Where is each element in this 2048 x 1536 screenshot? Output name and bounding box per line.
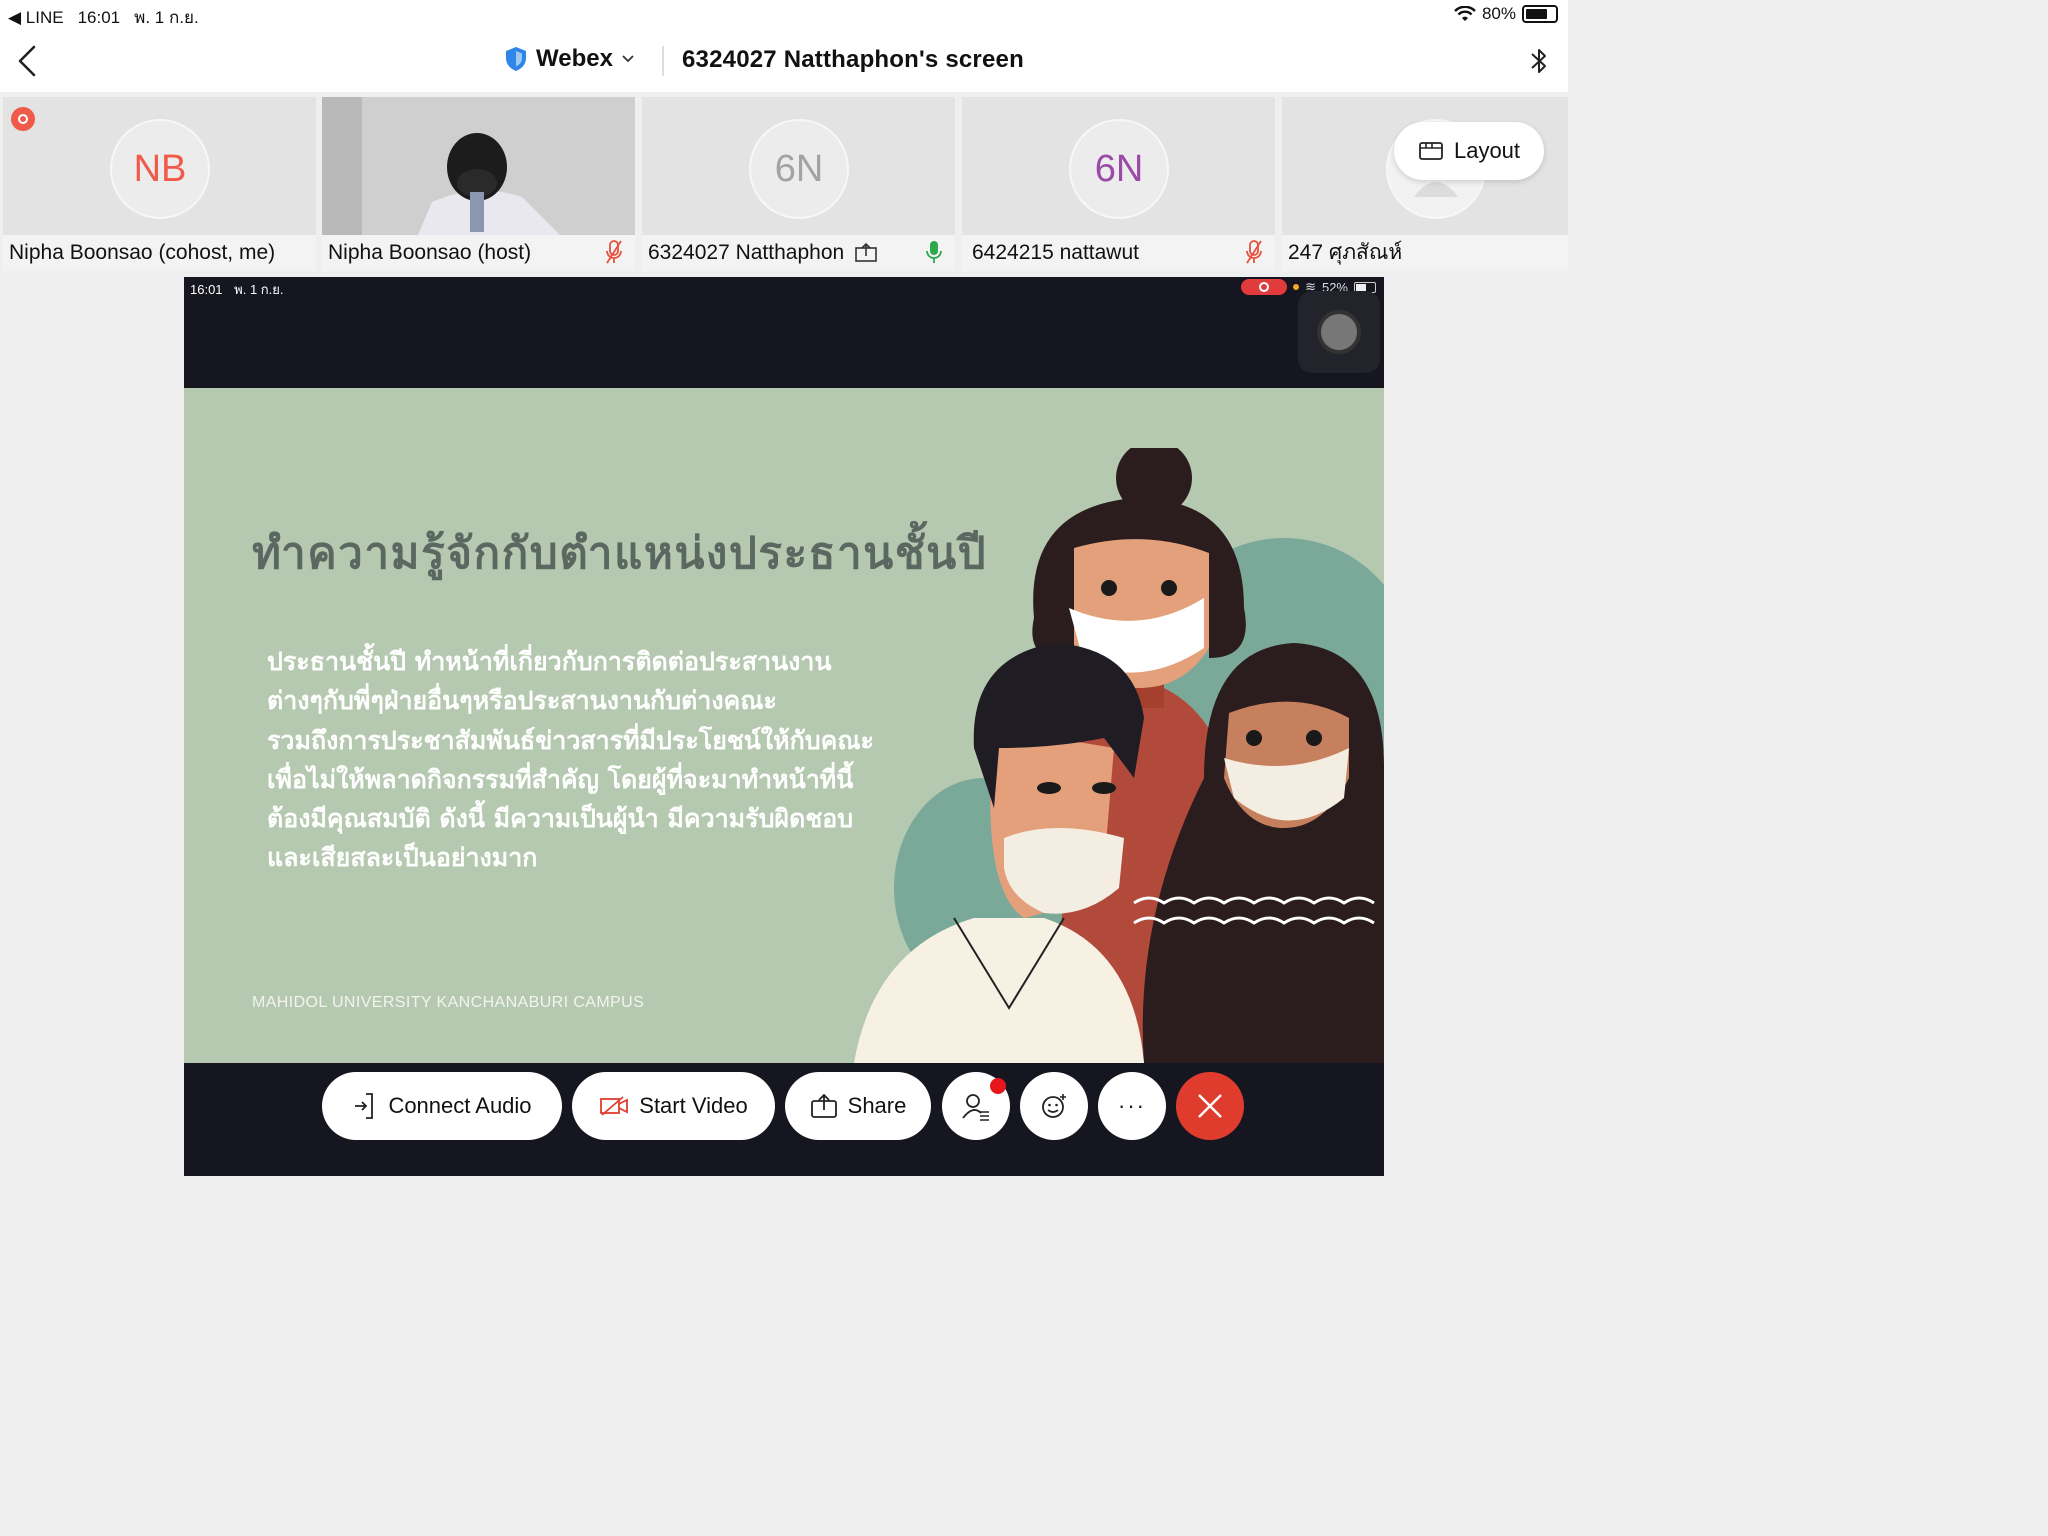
video-off-icon (600, 1096, 629, 1116)
participant-name: Nipha Boonsao (host) (322, 235, 635, 271)
participant-name-text: Nipha Boonsao (host) (328, 241, 532, 264)
meeting-control-bar: Connect Audio Start Video Share ··· (184, 1063, 1384, 1176)
notification-badge (990, 1078, 1006, 1094)
shared-screen: 16:01 พ. 1 ก.ย. ≋ 52% ทำความรู้จักกับตำแ… (184, 277, 1384, 1176)
mic-muted-icon (606, 240, 622, 264)
connect-audio-label: Connect Audio (388, 1093, 532, 1118)
shared-status-bar: 16:01 พ. 1 ก.ย. (190, 279, 284, 300)
bluetooth-icon[interactable] (1528, 44, 1550, 78)
emoji-icon (1042, 1094, 1066, 1118)
participant-name: Nipha Boonsao (cohost, me) (3, 235, 316, 271)
indicator-dot-icon (1293, 284, 1300, 290)
page-title: 6324027 Natthaphon's screen (682, 46, 1024, 73)
audio-connect-icon (355, 1093, 374, 1119)
more-options-label: ··· (1118, 1093, 1146, 1118)
participant-name-text: 6424215 nattawut (972, 241, 1139, 264)
battery-icon (1522, 5, 1558, 23)
layout-label: Layout (1453, 138, 1521, 163)
participant-name-text: Nipha Boonsao (cohost, me) (9, 241, 276, 264)
back-to-app-link[interactable]: ◀ LINE (8, 8, 64, 28)
meeting-header: Webex 6324027 Natthaphon's screen (0, 30, 1568, 92)
avatar: 6N (749, 119, 849, 219)
participant-tile[interactable]: 6N 6424215 nattawut (962, 97, 1275, 271)
sharing-icon (855, 242, 877, 262)
webex-menu-button[interactable]: Webex (504, 45, 635, 73)
masked-people-illustration (854, 448, 1384, 1063)
back-chevron-icon[interactable] (14, 44, 42, 78)
shield-icon (506, 47, 526, 71)
avatar-initials: 6N (1094, 147, 1144, 190)
participant-name: 6424215 nattawut (962, 235, 1275, 271)
presentation-slide: ทำความรู้จักกับตำแหน่งประธานชั้นปี ประธา… (184, 388, 1384, 1063)
leave-meeting-button[interactable] (1176, 1072, 1244, 1140)
close-icon (1198, 1094, 1222, 1118)
shared-status-time: 16:01 (190, 282, 223, 297)
layout-icon (1419, 142, 1443, 160)
participant-video (322, 97, 635, 237)
wifi-icon (1454, 6, 1476, 21)
status-time: 16:01 (77, 7, 121, 27)
chevron-down-icon (622, 55, 634, 63)
participants-button[interactable] (942, 1072, 1010, 1140)
participant-name-text: 247 ศุภสัณห์ (1288, 241, 1403, 264)
participants-icon (962, 1094, 989, 1121)
mic-active-icon (926, 241, 942, 263)
layout-button[interactable]: Layout (1394, 122, 1544, 180)
connect-audio-button[interactable]: Connect Audio (322, 1072, 562, 1140)
shared-status-date: พ. 1 ก.ย. (234, 282, 284, 297)
assistive-touch-button[interactable] (1298, 291, 1380, 373)
webex-label: Webex (536, 45, 613, 72)
more-options-button[interactable]: ··· (1098, 1072, 1166, 1140)
slide-footer: MAHIDOL UNIVERSITY KANCHANABURI CAMPUS (252, 994, 645, 1011)
status-date: พ. 1 ก.ย. (134, 8, 199, 27)
participant-name: 247 ศุภสัณห์ (1282, 235, 1568, 271)
header-divider (662, 46, 664, 76)
participant-tile[interactable]: NB Nipha Boonsao (cohost, me) (3, 97, 316, 271)
avatar: 6N (1069, 119, 1169, 219)
start-video-button[interactable]: Start Video (572, 1072, 775, 1140)
recording-icon (11, 107, 35, 131)
screen-recording-icon (1241, 279, 1288, 295)
participant-tile[interactable]: 6N 6324027 Natthaphon (642, 97, 955, 271)
share-icon (810, 1093, 837, 1118)
participant-tile[interactable]: Nipha Boonsao (host) (322, 97, 635, 271)
avatar-initials: NB (133, 147, 187, 190)
share-label: Share (847, 1093, 907, 1118)
share-button[interactable]: Share (785, 1072, 931, 1140)
avatar-initials: 6N (774, 147, 824, 190)
ios-status-bar: ◀ LINE 16:01 พ. 1 ก.ย. 80% (0, 0, 1568, 30)
participant-strip: NB Nipha Boonsao (cohost, me) Nipha Boon… (0, 97, 1568, 271)
participant-name: 6324027 Natthaphon (642, 235, 955, 271)
battery-percent: 80% (1481, 4, 1516, 23)
mic-muted-icon (1246, 240, 1262, 264)
avatar: NB (110, 119, 210, 219)
reactions-button[interactable] (1020, 1072, 1088, 1140)
participant-name-text: 6324027 Natthaphon (648, 241, 845, 264)
start-video-label: Start Video (639, 1093, 748, 1118)
